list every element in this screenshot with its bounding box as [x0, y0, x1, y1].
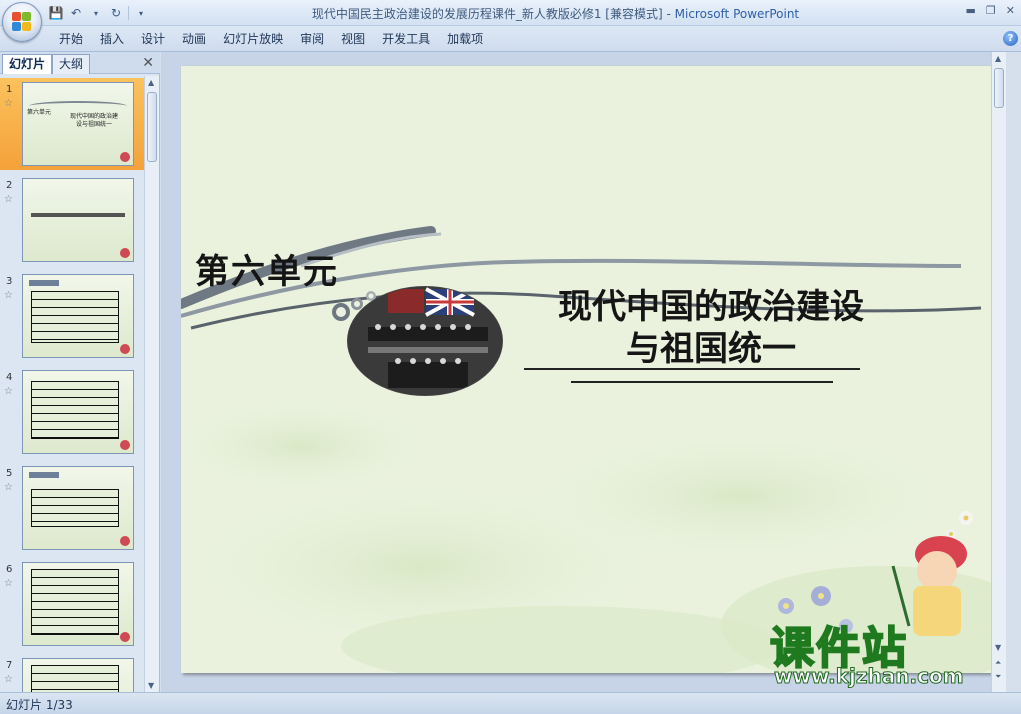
office-logo-icon: [12, 12, 32, 32]
undo-icon[interactable]: ↶: [68, 5, 84, 21]
animation-star-icon: ☆: [4, 98, 13, 109]
thumb-cartoon-icon: [120, 440, 130, 450]
slide-thumbnail-3[interactable]: 3 ☆: [0, 270, 144, 362]
slide-thumbnail-list: 1 ☆ 第六单元 现代中国的政治建设与祖国统一 2 ☆ 3 ☆ 4 ☆ 5 ☆ …: [0, 76, 144, 692]
slide-preview: [22, 178, 134, 262]
slide-number: 5: [6, 468, 13, 479]
slide-editing-area: 第六单元 现代中国的政治建设 与祖国统一 ▲ ▼ ⏶ ⏷: [161, 52, 1006, 692]
thumb-table: [31, 489, 119, 527]
animation-star-icon: ☆: [4, 290, 13, 301]
slide-number: 1: [6, 84, 13, 95]
close-icon[interactable]: ✕: [1006, 4, 1015, 17]
slide-scrollbar[interactable]: ▲ ▼ ⏶ ⏷: [991, 52, 1006, 692]
window-title: 现代中国民主政治建设的发展历程课件_新人教版必修1 [兼容模式] - Micro…: [200, 5, 911, 22]
unit-title[interactable]: 第六单元: [195, 244, 339, 293]
slide-thumbnail-5[interactable]: 5 ☆: [0, 462, 144, 554]
tab-slideshow[interactable]: 幻灯片放映: [222, 31, 299, 47]
slide-preview: [22, 274, 134, 358]
thumb-cartoon-icon: [120, 536, 130, 546]
maximize-icon[interactable]: ❐: [986, 4, 996, 17]
slide-thumbnail-6[interactable]: 6 ☆: [0, 558, 144, 650]
animation-star-icon: ☆: [4, 386, 13, 397]
animation-star-icon: ☆: [4, 482, 13, 493]
scroll-thumb[interactable]: [147, 92, 157, 162]
save-icon[interactable]: 💾: [48, 5, 64, 21]
customize-qat-icon[interactable]: ▾: [133, 5, 149, 21]
thumb-cartoon-icon: [120, 152, 130, 162]
tab-addins[interactable]: 加载项: [446, 31, 499, 47]
tab-view[interactable]: 视图: [340, 31, 381, 47]
slide-number: 7: [6, 660, 13, 671]
slide-number: 3: [6, 276, 13, 287]
tab-home[interactable]: 开始: [58, 31, 99, 47]
slide-preview: [22, 658, 134, 692]
status-bar: 幻灯片 1/33: [0, 692, 1021, 714]
thumb-swoosh: [29, 101, 127, 111]
slide-number: 4: [6, 372, 13, 383]
tab-developer[interactable]: 开发工具: [381, 31, 446, 47]
slide-preview: [22, 562, 134, 646]
group-photo-image: [347, 286, 503, 396]
slide-thumbnail-2[interactable]: 2 ☆: [0, 174, 144, 266]
slide-canvas[interactable]: 第六单元 现代中国的政治建设 与祖国统一: [181, 66, 991, 673]
thumb-cartoon-icon: [120, 344, 130, 354]
slide-number: 6: [6, 564, 13, 575]
animation-star-icon: ☆: [4, 578, 13, 589]
tab-insert[interactable]: 插入: [99, 31, 140, 47]
thumb-header: [29, 280, 59, 286]
scroll-down-icon[interactable]: ▼: [148, 681, 154, 690]
tab-design[interactable]: 设计: [140, 31, 181, 47]
main-title[interactable]: 现代中国的政治建设 与祖国统一: [511, 286, 911, 370]
close-panel-icon[interactable]: ✕: [142, 55, 154, 71]
window-title-app: Microsoft PowerPoint: [674, 7, 800, 21]
tab-slides[interactable]: 幻灯片: [2, 54, 53, 74]
tab-review[interactable]: 审阅: [299, 31, 340, 47]
help-icon[interactable]: ?: [1003, 31, 1018, 46]
slide-thumbnail-1[interactable]: 1 ☆ 第六单元 现代中国的政治建设与祖国统一: [0, 78, 144, 170]
thumb-cartoon-icon: [120, 632, 130, 642]
redo-icon[interactable]: ↻: [108, 5, 124, 21]
thumbnail-scrollbar[interactable]: ▲ ▼: [144, 76, 159, 692]
thumb-cartoon-icon: [120, 248, 130, 258]
undo-dropdown-icon[interactable]: ▾: [88, 5, 104, 21]
quick-access-toolbar: 💾 ↶ ▾ ↻ ▾: [48, 4, 149, 22]
slide-preview: [22, 370, 134, 454]
tab-outline[interactable]: 大纲: [52, 54, 91, 74]
window-title-document: 现代中国民主政治建设的发展历程课件_新人教版必修1 [兼容模式]: [311, 7, 663, 21]
slide-preview: 第六单元 现代中国的政治建设与祖国统一: [22, 82, 134, 166]
scroll-up-icon[interactable]: ▲: [995, 54, 1001, 63]
main-title-line-2: 与祖国统一: [626, 329, 796, 369]
slide-counter: 幻灯片 1/33: [6, 698, 73, 712]
scroll-up-icon[interactable]: ▲: [148, 78, 154, 87]
window-title-separator: -: [662, 7, 675, 21]
slides-panel: 幻灯片 大纲 ✕ 1 ☆ 第六单元 现代中国的政治建设与祖国统一 2 ☆ 3 ☆: [0, 52, 160, 692]
title-bar: 💾 ↶ ▾ ↻ ▾ 现代中国民主政治建设的发展历程课件_新人教版必修1 [兼容模…: [0, 0, 1021, 26]
thumb-header: [29, 472, 59, 478]
thumb-table: [31, 381, 119, 439]
ribbon-tab-bar: 开始 插入 设计 动画 幻灯片放映 审阅 视图 开发工具 加载项 ?: [0, 26, 1021, 52]
tab-animations[interactable]: 动画: [181, 31, 222, 47]
slide-preview: [22, 466, 134, 550]
panel-tab-bar: 幻灯片 大纲 ✕: [0, 52, 160, 74]
watermark-url: www.kjzhan.com: [774, 664, 965, 689]
thumb-table: [31, 291, 119, 343]
qat-separator: [128, 6, 129, 20]
animation-star-icon: ☆: [4, 194, 13, 205]
slide-number: 2: [6, 180, 13, 191]
office-button[interactable]: [2, 2, 42, 42]
site-watermark: 课件站 www.kjzhan.com: [769, 612, 1010, 692]
thumb-subtitle: 现代中国的政治建设与祖国统一: [69, 113, 118, 128]
window-controls: ▬ ❐ ✕: [966, 4, 1016, 17]
main-title-line-1: 现代中国的政治建设: [558, 287, 864, 327]
slide-thumbnail-7[interactable]: 7 ☆: [0, 654, 144, 692]
animation-star-icon: ☆: [4, 674, 13, 685]
thumb-title-bar: [31, 213, 125, 217]
slide-thumbnail-4[interactable]: 4 ☆: [0, 366, 144, 458]
ribbon-tabs: 开始 插入 设计 动画 幻灯片放映 审阅 视图 开发工具 加载项: [58, 31, 499, 47]
thumb-table: [31, 569, 119, 635]
thumb-table: [31, 665, 119, 692]
minimize-icon[interactable]: ▬: [966, 4, 976, 17]
scroll-thumb[interactable]: [994, 68, 1004, 108]
